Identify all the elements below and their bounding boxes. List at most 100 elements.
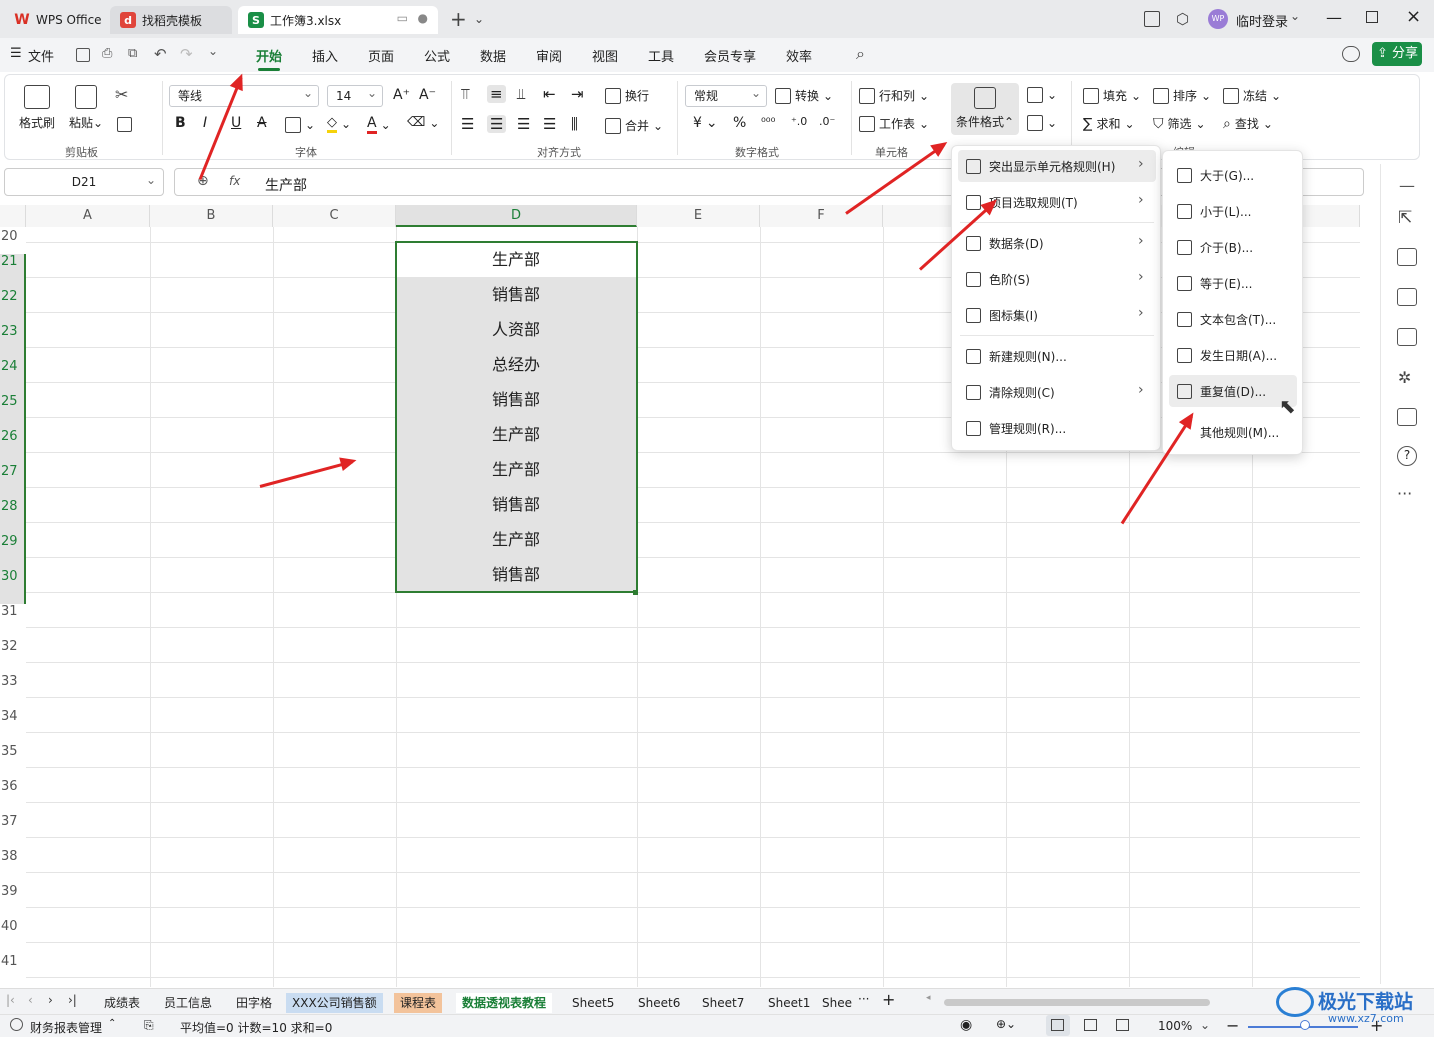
menu-item-manage-rules[interactable]: 管理规则(R)... [958, 412, 1156, 444]
search-icon[interactable]: ⌕ [856, 44, 865, 64]
column-header-a[interactable]: A [26, 205, 150, 227]
fill-handle[interactable] [633, 590, 638, 595]
font-shrink-icon[interactable]: A⁻ [419, 87, 436, 103]
more-sheets-icon[interactable]: ··· [858, 992, 869, 1006]
row-header[interactable]: 35 [0, 744, 26, 759]
tab-formula[interactable]: 公式 [424, 46, 450, 65]
column-header-d[interactable]: D [396, 205, 637, 227]
row-header[interactable]: 29 [0, 534, 26, 569]
tab-tools[interactable]: 工具 [648, 46, 674, 65]
font-color-button[interactable]: A ⌄ [367, 115, 391, 134]
row-header[interactable]: 37 [0, 814, 26, 829]
merge-button[interactable]: 合并 ⌄ [605, 117, 663, 134]
tab-data[interactable]: 数据 [480, 46, 506, 65]
strikethrough-icon[interactable]: A [257, 115, 267, 131]
font-size-select[interactable]: 14 [327, 83, 383, 107]
zoom-out-button[interactable]: − [1226, 1016, 1239, 1035]
avatar[interactable]: WP [1208, 9, 1228, 29]
scroll-left-icon[interactable]: ◂ [926, 993, 931, 1003]
tab-page[interactable]: 页面 [368, 46, 394, 65]
menu-item-data-bars[interactable]: 数据条(D) [958, 227, 1156, 259]
tab-home[interactable]: 开始 [256, 46, 282, 71]
row-header[interactable]: 28 [0, 499, 26, 534]
menu-item-color-scales[interactable]: 色阶(S) [958, 263, 1156, 295]
new-tab-button[interactable]: + [450, 7, 467, 31]
unsaved-dot-icon[interactable]: ● [418, 11, 428, 25]
fill-button[interactable]: 填充 ⌄ [1083, 87, 1141, 104]
column-header-e[interactable]: E [637, 205, 760, 227]
submenu-item-greater-than[interactable]: 大于(G)... [1169, 159, 1297, 191]
row-header[interactable]: 33 [0, 674, 26, 689]
cell-settings-button[interactable]: ⌄ [1027, 115, 1057, 131]
print-preview-icon[interactable]: ⧉ [128, 46, 137, 61]
submenu-item-date-occurring[interactable]: 发生日期(A)... [1169, 339, 1297, 371]
undo-icon[interactable]: ↶ [154, 45, 167, 63]
italic-button[interactable]: I [203, 115, 207, 131]
sheet-tab[interactable]: Sheet1 [762, 993, 816, 1013]
chevron-down-icon[interactable]: ⌄ [1200, 1018, 1210, 1032]
eye-protection-icon[interactable]: ◉ [960, 1017, 972, 1033]
decimal-decrease-icon[interactable]: .0⁻ [819, 115, 835, 128]
row-header[interactable]: 24 [0, 359, 26, 394]
sheet-tab[interactable]: XXX公司销售额 [286, 993, 383, 1013]
submenu-item-text-contains[interactable]: 文本包含(T)... [1169, 303, 1297, 335]
select-all-corner[interactable] [0, 205, 26, 227]
macro-icon[interactable]: ⎘ [144, 1018, 154, 1033]
name-box[interactable]: D21 [4, 168, 164, 196]
menu-item-new-rule[interactable]: 新建规则(N)... [958, 340, 1156, 372]
brush-icon[interactable] [1397, 328, 1417, 346]
percent-button[interactable]: % [733, 115, 746, 131]
function-button[interactable]: fx [229, 174, 240, 188]
number-format-select[interactable]: 常规 [685, 83, 767, 107]
column-header-b[interactable]: B [150, 205, 273, 227]
style-button[interactable]: ⌄ [1027, 87, 1057, 103]
align-bottom-icon[interactable]: ⫫ [517, 85, 525, 103]
login-button[interactable]: 临时登录 [1236, 11, 1288, 30]
page-break-icon[interactable] [1116, 1019, 1129, 1031]
row-header[interactable]: 41 [0, 954, 26, 969]
indent-increase-icon[interactable]: ⇥ [571, 85, 584, 103]
chevron-down-icon[interactable]: ⌄ [208, 44, 218, 58]
menu-item-highlight-rules[interactable]: 突出显示单元格规则(H) [958, 150, 1156, 182]
page-layout-icon[interactable] [1084, 1019, 1097, 1031]
align-left-icon[interactable]: ☰ [461, 115, 474, 133]
collapse-icon[interactable]: — [1399, 176, 1415, 195]
format-painter-button[interactable]: 格式刷 [19, 85, 55, 131]
more-icon[interactable]: ··· [1397, 484, 1412, 503]
row-header[interactable]: 38 [0, 849, 26, 864]
submenu-item-between[interactable]: 介于(B)... [1169, 231, 1297, 263]
distribute-icon[interactable]: ⫼ [571, 115, 578, 133]
row-header[interactable]: 27 [0, 464, 26, 499]
border-button[interactable]: ⌄ [285, 117, 315, 133]
align-middle-icon[interactable]: ≡ [487, 85, 506, 103]
row-header[interactable]: 21 [0, 254, 26, 289]
align-right-icon[interactable]: ☰ [517, 115, 530, 133]
add-sheet-button[interactable]: + [882, 990, 895, 1009]
copy-icon[interactable] [117, 117, 132, 132]
currency-button[interactable]: ¥ ⌄ [693, 115, 718, 131]
share-button[interactable]: ⇪ 分享 [1372, 42, 1422, 66]
indent-decrease-icon[interactable]: ⇤ [543, 85, 556, 103]
first-sheet-icon[interactable]: |‹ [6, 993, 15, 1007]
prev-sheet-icon[interactable]: ‹ [28, 993, 33, 1007]
sheet-tab[interactable]: 成绩表 [98, 993, 146, 1013]
rows-cols-button[interactable]: 行和列 ⌄ [859, 87, 929, 104]
sheet-tab[interactable]: Sheet6 [632, 993, 686, 1013]
chevron-down-icon[interactable]: ⌄ [474, 12, 484, 26]
row-header[interactable]: 34 [0, 709, 26, 724]
clear-format-button[interactable]: ⌫ ⌄ [407, 115, 439, 130]
worksheet-button[interactable]: 工作表 ⌄ [859, 115, 929, 132]
horizontal-scrollbar[interactable] [944, 999, 1210, 1006]
chevron-down-icon[interactable]: ⌄ [1290, 9, 1300, 23]
justify-icon[interactable]: ☰ [543, 115, 556, 133]
monitor-icon[interactable]: ▭ [397, 11, 408, 25]
row-header[interactable]: 26 [0, 429, 26, 464]
next-sheet-icon[interactable]: › [48, 993, 53, 1007]
cloud-icon[interactable] [1342, 46, 1360, 62]
crop-icon[interactable] [1397, 288, 1417, 306]
filter-button[interactable]: ⛉ 筛选 ⌄ [1153, 115, 1206, 132]
submenu-item-duplicate-values[interactable]: 重复值(D)... [1169, 375, 1297, 407]
row-header[interactable]: 23 [0, 324, 26, 359]
row-header[interactable]: 31 [0, 604, 26, 619]
save-icon[interactable] [76, 48, 90, 62]
